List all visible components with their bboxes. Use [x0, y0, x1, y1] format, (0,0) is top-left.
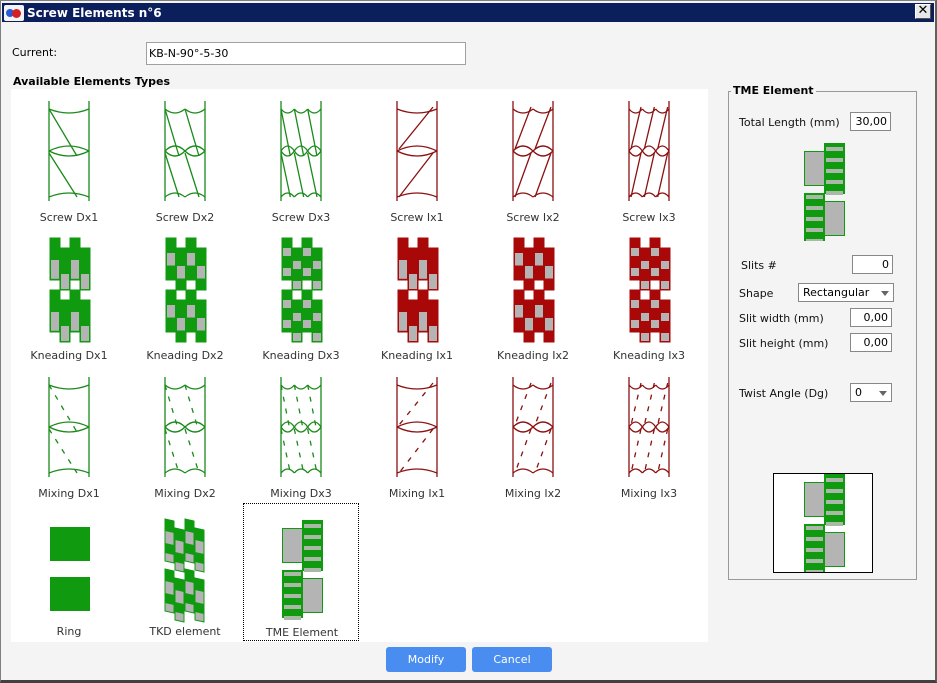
element-type-label: Screw Ix2 [506, 211, 560, 224]
mixing-element-icon [280, 377, 322, 477]
element-type-label: Kneading Dx3 [262, 349, 340, 362]
slit-width-input[interactable] [850, 308, 892, 327]
shape-select[interactable]: Rectangular [798, 283, 894, 302]
element-type-label: Screw Dx2 [155, 211, 215, 224]
element-type-label: Mixing Dx1 [38, 487, 100, 500]
element-type-mixing-dx2[interactable]: Mixing Dx2 [127, 365, 243, 503]
tme-element-icon [804, 143, 845, 241]
ring-element-icon [50, 527, 90, 611]
element-type-kneading-ix3[interactable]: Kneading Ix3 [591, 227, 707, 365]
element-type-screw-dx1[interactable]: Screw Dx1 [11, 89, 127, 227]
slits-label: Slits # [741, 259, 777, 272]
screw-element-icon [628, 101, 670, 201]
element-type-tkd-element[interactable]: TKD element [127, 503, 243, 641]
element-preview [773, 473, 873, 573]
mixing-element-icon [164, 377, 206, 477]
current-element-field[interactable] [146, 42, 466, 65]
element-type-label: Screw Dx1 [39, 211, 99, 224]
element-type-kneading-ix2[interactable]: Kneading Ix2 [475, 227, 591, 365]
mixing-element-icon [48, 377, 90, 477]
title-bar: Screw Elements n°6 ✕ [2, 3, 934, 22]
element-type-screw-dx3[interactable]: Screw Dx3 [243, 89, 359, 227]
close-button[interactable]: ✕ [915, 4, 931, 19]
tme-preview-icon [804, 474, 845, 572]
shape-select-value: Rectangular [803, 286, 870, 299]
kneading-element-icon [513, 237, 555, 343]
cancel-button[interactable]: Cancel [472, 647, 552, 672]
screw-element-icon [48, 101, 90, 201]
element-type-label: Mixing Ix3 [620, 487, 678, 500]
tkd-element-icon [164, 518, 205, 623]
tme-panel-title: TME Element [731, 84, 816, 97]
element-type-screw-ix1[interactable]: Screw Ix1 [359, 89, 475, 227]
kneading-element-icon [165, 237, 207, 343]
mixing-element-icon [396, 377, 438, 477]
screw-element-icon [396, 101, 438, 201]
slit-height-input[interactable] [850, 333, 892, 352]
slits-input[interactable] [852, 255, 893, 274]
element-type-kneading-dx1[interactable]: Kneading Dx1 [11, 227, 127, 365]
twist-angle-select[interactable]: 0 [850, 383, 892, 402]
element-type-label: Kneading Ix2 [497, 349, 569, 362]
tme-element-icon [282, 520, 323, 620]
element-type-label: Ring [56, 625, 82, 638]
element-type-mixing-dx1[interactable]: Mixing Dx1 [11, 365, 127, 503]
element-type-label: Kneading Ix3 [613, 349, 685, 362]
element-type-tme-element[interactable]: TME Element [243, 503, 359, 641]
element-type-kneading-dx2[interactable]: Kneading Dx2 [127, 227, 243, 365]
element-type-label: Mixing Dx3 [270, 487, 332, 500]
element-type-label: Kneading Dx1 [30, 349, 108, 362]
window-title: Screw Elements n°6 [27, 5, 162, 20]
modify-button[interactable]: Modify [386, 647, 466, 672]
chevron-down-icon [881, 291, 889, 296]
app-logo-icon [4, 4, 24, 21]
element-type-mixing-ix3[interactable]: Mixing Ix3 [591, 365, 707, 503]
element-type-mixing-ix1[interactable]: Mixing Ix1 [359, 365, 475, 503]
element-type-mixing-dx3[interactable]: Mixing Dx3 [243, 365, 359, 503]
kneading-element-icon [49, 237, 91, 343]
mixing-element-icon [628, 377, 670, 477]
element-type-label: Mixing Dx2 [154, 487, 216, 500]
twist-angle-value: 0 [855, 386, 862, 399]
element-type-label: TKD element [149, 625, 221, 638]
element-type-screw-ix2[interactable]: Screw Ix2 [475, 89, 591, 227]
available-elements-heading: Available Elements Types [13, 75, 170, 88]
element-type-label: Screw Ix3 [622, 211, 676, 224]
element-type-label: Screw Dx3 [271, 211, 331, 224]
kneading-element-icon [629, 237, 671, 343]
total-length-label: Total Length (mm) [739, 116, 840, 129]
twist-angle-label: Twist Angle (Dg) [739, 387, 829, 400]
element-type-mixing-ix2[interactable]: Mixing Ix2 [475, 365, 591, 503]
element-type-label: Kneading Dx2 [146, 349, 224, 362]
total-length-input[interactable] [850, 112, 891, 131]
element-type-screw-dx2[interactable]: Screw Dx2 [127, 89, 243, 227]
element-types-grid: Screw Dx1 Screw Dx2 Screw Dx3 Screw Ix1 Scre… [11, 89, 708, 642]
screw-element-icon [512, 101, 554, 201]
screw-element-icon [164, 101, 206, 201]
element-type-ring[interactable]: Ring [11, 503, 127, 641]
chevron-down-icon [879, 391, 887, 396]
element-type-label: Mixing Ix2 [504, 487, 562, 500]
shape-label: Shape [739, 287, 774, 300]
slit-height-label: Slit height (mm) [739, 337, 829, 350]
element-type-label: Mixing Ix1 [388, 487, 446, 500]
element-type-label: Screw Ix1 [390, 211, 444, 224]
element-type-kneading-ix1[interactable]: Kneading Ix1 [359, 227, 475, 365]
mixing-element-icon [512, 377, 554, 477]
element-type-label: TME Element [265, 626, 339, 639]
current-label: Current: [12, 46, 58, 59]
screw-elements-dialog: Screw Elements n°6 ✕ Current: Available … [0, 0, 937, 683]
kneading-element-icon [397, 237, 439, 343]
element-type-label: Kneading Ix1 [381, 349, 453, 362]
element-type-kneading-dx3[interactable]: Kneading Dx3 [243, 227, 359, 365]
kneading-element-icon [281, 237, 323, 343]
screw-element-icon [280, 101, 322, 201]
slit-width-label: Slit width (mm) [739, 312, 824, 325]
element-type-screw-ix3[interactable]: Screw Ix3 [591, 89, 707, 227]
